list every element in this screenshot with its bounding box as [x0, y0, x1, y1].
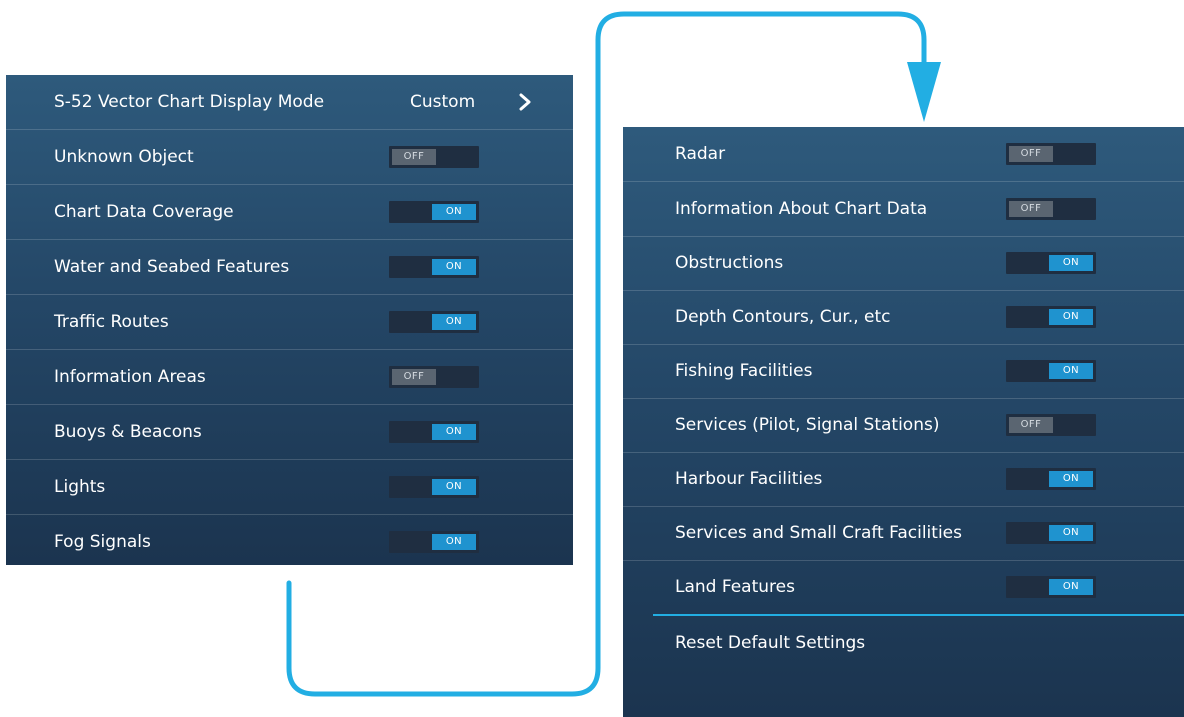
toggle-switch[interactable]: ON	[1006, 468, 1096, 490]
chevron-right-icon	[519, 93, 531, 111]
toggle-switch[interactable]: OFF	[389, 146, 479, 168]
setting-label: Buoys & Beacons	[54, 422, 202, 442]
toggle-switch[interactable]: ON	[1006, 522, 1096, 544]
setting-label: Radar	[675, 144, 726, 164]
toggle-state: ON	[1049, 525, 1093, 541]
toggle-switch[interactable]: OFF	[1006, 198, 1096, 220]
setting-label: Water and Seabed Features	[54, 257, 290, 277]
left-settings-panel: S-52 Vector Chart Display Mode Custom Un…	[6, 75, 573, 565]
toggle-switch[interactable]: ON	[1006, 306, 1096, 328]
setting-label: Obstructions	[675, 253, 784, 273]
toggle-switch[interactable]: ON	[389, 201, 479, 223]
setting-row-harbour-facilities[interactable]: Harbour Facilities ON	[623, 452, 1184, 507]
toggle-state: OFF	[392, 149, 436, 165]
toggle-state: OFF	[1009, 146, 1053, 162]
setting-row-depth-contours[interactable]: Depth Contours, Cur., etc ON	[623, 290, 1184, 345]
toggle-state: ON	[432, 534, 476, 550]
setting-row-information-areas[interactable]: Information Areas OFF	[6, 350, 573, 405]
toggle-state: ON	[432, 424, 476, 440]
setting-row-chart-data-coverage[interactable]: Chart Data Coverage ON	[6, 185, 573, 240]
setting-label: Information Areas	[54, 367, 206, 387]
toggle-state: ON	[1049, 471, 1093, 487]
setting-row-information-about-chart-data[interactable]: Information About Chart Data OFF	[623, 182, 1184, 237]
setting-row-fog-signals[interactable]: Fog Signals ON	[6, 515, 573, 565]
setting-label: Fishing Facilities	[675, 361, 813, 381]
setting-row-fishing-facilities[interactable]: Fishing Facilities ON	[623, 344, 1184, 399]
display-mode-row[interactable]: S-52 Vector Chart Display Mode Custom	[6, 75, 573, 130]
reset-label: Reset Default Settings	[675, 633, 866, 653]
toggle-switch[interactable]: ON	[389, 421, 479, 443]
setting-row-traffic-routes[interactable]: Traffic Routes ON	[6, 295, 573, 350]
toggle-switch[interactable]: OFF	[1006, 143, 1096, 165]
toggle-switch[interactable]: ON	[389, 531, 479, 553]
setting-row-small-craft-facilities[interactable]: Services and Small Craft Facilities ON	[623, 506, 1184, 561]
setting-label: Harbour Facilities	[675, 469, 823, 489]
setting-row-unknown-object[interactable]: Unknown Object OFF	[6, 130, 573, 185]
toggle-state: ON	[432, 259, 476, 275]
setting-label: Depth Contours, Cur., etc	[675, 307, 891, 327]
setting-label: Lights	[54, 477, 106, 497]
reset-default-settings-button[interactable]: Reset Default Settings	[653, 614, 1184, 670]
toggle-state: ON	[1049, 363, 1093, 379]
setting-row-radar[interactable]: Radar OFF	[623, 127, 1184, 182]
setting-label: Land Features	[675, 577, 795, 597]
display-mode-label: S-52 Vector Chart Display Mode	[54, 92, 325, 112]
toggle-state: ON	[1049, 255, 1093, 271]
toggle-switch[interactable]: ON	[1006, 360, 1096, 382]
toggle-state: ON	[432, 479, 476, 495]
setting-label: Services and Small Craft Facilities	[675, 523, 962, 543]
setting-label: Traffic Routes	[54, 312, 169, 332]
setting-row-land-features[interactable]: Land Features ON	[623, 560, 1184, 614]
toggle-state: ON	[1049, 309, 1093, 325]
toggle-state: OFF	[392, 369, 436, 385]
setting-row-lights[interactable]: Lights ON	[6, 460, 573, 515]
toggle-switch[interactable]: ON	[389, 256, 479, 278]
setting-row-obstructions[interactable]: Obstructions ON	[623, 236, 1184, 291]
toggle-switch[interactable]: ON	[1006, 252, 1096, 274]
toggle-state: OFF	[1009, 201, 1053, 217]
setting-label: Services (Pilot, Signal Stations)	[675, 415, 940, 435]
setting-label: Fog Signals	[54, 532, 151, 552]
setting-row-buoys-beacons[interactable]: Buoys & Beacons ON	[6, 405, 573, 460]
setting-label: Information About Chart Data	[675, 199, 928, 219]
setting-row-services-pilot-signal[interactable]: Services (Pilot, Signal Stations) OFF	[623, 398, 1184, 453]
setting-label: Unknown Object	[54, 147, 194, 167]
toggle-switch[interactable]: OFF	[1006, 414, 1096, 436]
toggle-state: ON	[1049, 579, 1093, 595]
setting-label: Chart Data Coverage	[54, 202, 234, 222]
toggle-state: ON	[432, 314, 476, 330]
right-settings-panel: Radar OFF Information About Chart Data O…	[623, 127, 1184, 717]
setting-row-water-seabed-features[interactable]: Water and Seabed Features ON	[6, 240, 573, 295]
toggle-state: OFF	[1009, 417, 1053, 433]
toggle-switch[interactable]: ON	[389, 476, 479, 498]
toggle-state: ON	[432, 204, 476, 220]
toggle-switch[interactable]: ON	[389, 311, 479, 333]
display-mode-value: Custom	[410, 92, 476, 112]
toggle-switch[interactable]: OFF	[389, 366, 479, 388]
toggle-switch[interactable]: ON	[1006, 576, 1096, 598]
